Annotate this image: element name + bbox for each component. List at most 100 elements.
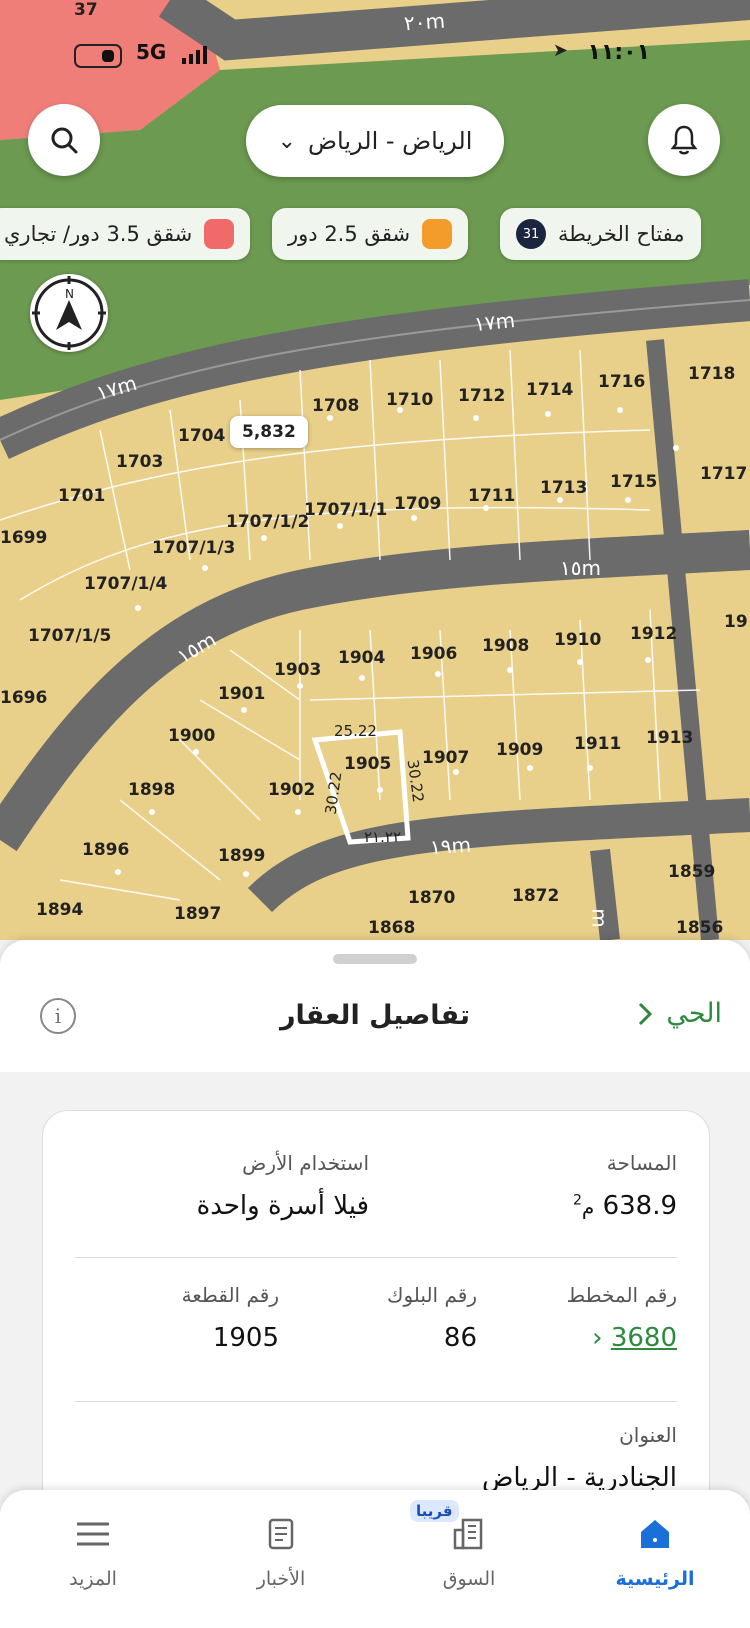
address-field: العنوان الجنادرية - الرياض — [482, 1423, 677, 1493]
plot-label[interactable]: 1718 — [688, 364, 735, 384]
plot-label[interactable]: 1859 — [668, 862, 715, 882]
plot-label[interactable]: 1714 — [526, 380, 573, 400]
plot-label[interactable]: 1715 — [610, 472, 657, 492]
plot-label[interactable]: 1699 — [0, 528, 47, 548]
plot-label[interactable]: 1856 — [676, 918, 723, 938]
plot-label[interactable]: 1898 — [128, 780, 175, 800]
plot-dimension-top: 25.22 — [334, 722, 377, 740]
land-use-value: فيلا أسرة واحدة — [196, 1191, 369, 1221]
block-value: 86 — [443, 1323, 477, 1353]
plot-label[interactable]: 1908 — [482, 636, 529, 656]
compass-button[interactable]: N — [30, 274, 108, 352]
tab-news[interactable]: الأخبار — [206, 1490, 356, 1628]
plot-label[interactable]: 1712 — [458, 386, 505, 406]
plan-link[interactable]: 3680 ‹ — [567, 1323, 677, 1353]
property-details-sheet: i تفاصيل العقار الحي المساحة 638.9 م2 اس… — [0, 940, 750, 1532]
location-arrow-icon: ➤ — [552, 40, 568, 61]
road-19m — [247, 798, 750, 913]
property-info-card: المساحة 638.9 م2 استخدام الأرض فيلا أسرة… — [42, 1110, 710, 1532]
plot-label[interactable]: 1717 — [700, 464, 747, 484]
plot-label[interactable]: 1906 — [410, 644, 457, 664]
plot-label[interactable]: 1707/1/3 — [152, 538, 235, 558]
area-unit: م — [581, 1195, 595, 1219]
signal-icon — [182, 44, 208, 64]
plot-number-field: رقم القطعة 1905 — [182, 1283, 279, 1353]
plan-value[interactable]: 3680 — [611, 1323, 677, 1353]
plot-label[interactable]: 1902 — [268, 780, 315, 800]
plot-label[interactable]: 1905 — [344, 754, 391, 774]
plot-label[interactable]: 1901 — [218, 684, 265, 704]
plot-label[interactable]: 1897 — [174, 904, 221, 924]
legend-label: شقق 2.5 دور — [288, 222, 411, 246]
tab-home[interactable]: الرئيسية — [580, 1490, 730, 1628]
plot-label[interactable]: 1696 — [0, 688, 47, 708]
plot-label[interactable]: 1900 — [168, 726, 215, 746]
plot-label[interactable]: 1903 — [274, 660, 321, 680]
legend-swatch-red — [204, 219, 235, 249]
plot-label[interactable]: 1707/1/5 — [28, 626, 111, 646]
area-value-row: 638.9 م2 — [573, 1191, 677, 1221]
home-icon — [641, 1520, 669, 1548]
plot-label[interactable]: 1701 — [58, 486, 105, 506]
legend-label: شقق 3.5 دور/ تجاري — [4, 222, 193, 246]
plot-label[interactable]: 1909 — [496, 740, 543, 760]
street-label: ١٥m — [560, 556, 601, 580]
tab-more[interactable]: المزيد — [18, 1490, 168, 1628]
map-legend-button[interactable]: مفتاح الخريطة 31 — [500, 208, 701, 260]
divider — [75, 1401, 677, 1402]
plot-label[interactable]: 1716 — [598, 372, 645, 392]
district-link[interactable]: الحي — [636, 998, 722, 1029]
plot-label[interactable]: 1868 — [368, 918, 415, 938]
street-label: ١٩m — [429, 832, 472, 860]
city-label: الرياض - الرياض — [308, 127, 473, 155]
plot-label[interactable]: 1872 — [512, 886, 559, 906]
plot-dimension-bottom: ٢١.٢٢ — [364, 828, 401, 846]
plot-label[interactable]: 1707/1/4 — [84, 574, 167, 594]
plot-label[interactable]: 1870 — [408, 888, 455, 908]
plot-label[interactable]: 1703 — [116, 452, 163, 472]
plot-label[interactable]: 1894 — [36, 900, 83, 920]
city-selector[interactable]: ⌄ الرياض - الرياض — [246, 105, 504, 177]
tab-label: السوق — [442, 1568, 496, 1590]
plot-label[interactable]: 1704 — [178, 426, 225, 446]
search-button[interactable] — [28, 104, 100, 176]
area-label: المساحة — [606, 1151, 677, 1175]
news-icon — [268, 1518, 294, 1550]
plot-label[interactable]: 1707/1/1 — [304, 500, 387, 520]
sheet-drag-handle[interactable] — [333, 954, 417, 964]
legend-item-apartments-3-5[interactable]: شقق 3.5 دور/ تجاري — [0, 208, 251, 260]
battery-icon — [74, 44, 122, 68]
land-use-field: استخدام الأرض فيلا أسرة واحدة — [197, 1151, 369, 1221]
clock-time: ١١:٠١ — [587, 40, 650, 65]
notifications-button[interactable] — [648, 104, 720, 176]
plot-label[interactable]: 1912 — [630, 624, 677, 644]
plot-label[interactable]: 1896 — [82, 840, 129, 860]
plot-label[interactable]: 1913 — [646, 728, 693, 748]
plot-label[interactable]: 19 — [724, 612, 748, 632]
tab-label: الأخبار — [256, 1568, 306, 1590]
plot-label[interactable]: 1709 — [394, 494, 441, 514]
bell-icon — [670, 125, 698, 155]
search-icon — [51, 127, 78, 154]
chevron-right-icon — [639, 1002, 653, 1025]
plot-label[interactable]: 1899 — [218, 846, 265, 866]
plot-label[interactable]: 1910 — [554, 630, 601, 650]
plot-number-label: رقم القطعة — [181, 1283, 279, 1307]
plot-label[interactable]: 1710 — [386, 390, 433, 410]
plot-label[interactable]: 1711 — [468, 486, 515, 506]
legend-count-badge: 31 — [516, 219, 546, 249]
block-field: رقم البلوك 86 — [387, 1283, 477, 1353]
plot-label[interactable]: 1707/1/2 — [226, 512, 309, 532]
plot-label[interactable]: 1904 — [338, 648, 385, 668]
road-top — [158, 0, 750, 61]
plot-label[interactable]: 1911 — [574, 734, 621, 754]
legend-item-apartments-2-5[interactable]: شقق 2.5 دور — [272, 208, 469, 260]
plot-label[interactable]: 1907 — [422, 748, 469, 768]
plot-label[interactable]: 37 — [74, 0, 98, 20]
plot-label[interactable]: 1708 — [312, 396, 359, 416]
selected-area-callout[interactable]: 5,832 — [230, 416, 308, 448]
network-type: 5G — [136, 40, 167, 64]
selected-area-value: 5,832 — [242, 422, 296, 442]
svg-text:N: N — [65, 287, 74, 301]
plot-label[interactable]: 1713 — [540, 478, 587, 498]
